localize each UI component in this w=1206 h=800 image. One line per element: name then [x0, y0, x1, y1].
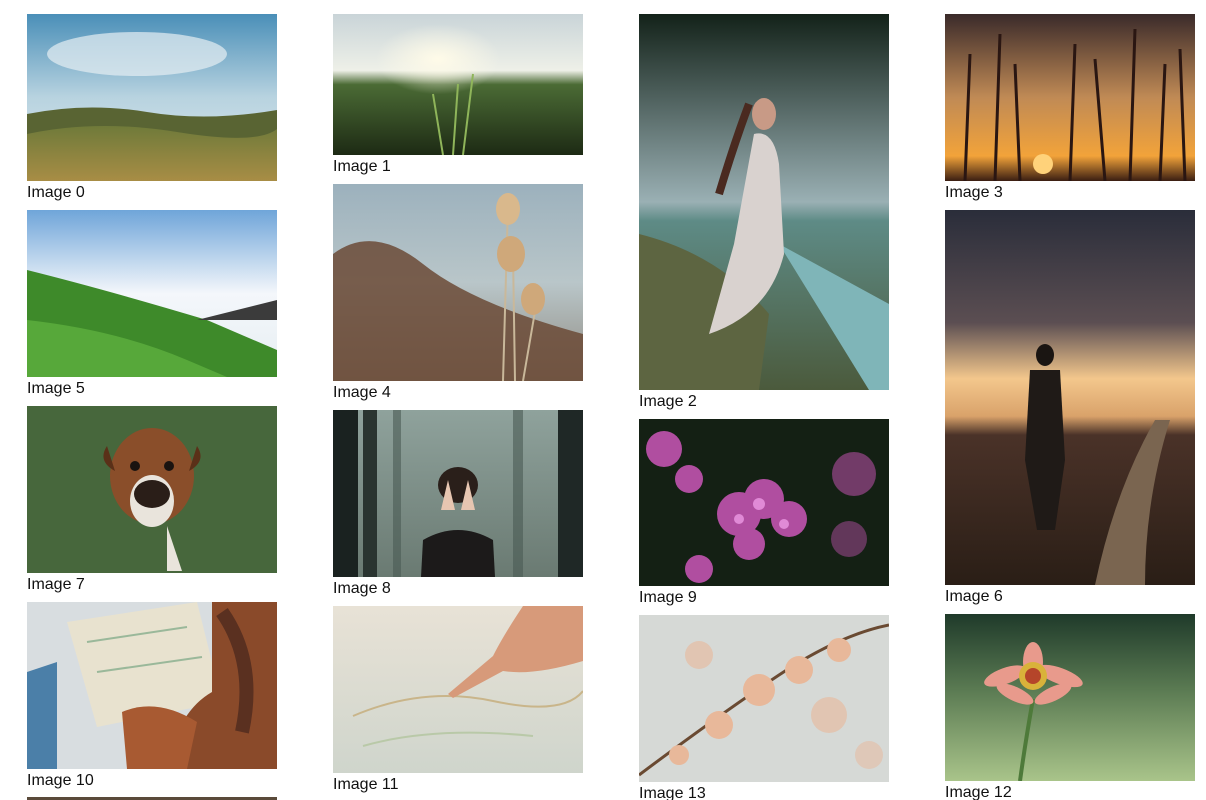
image-caption: Image 7 [27, 576, 85, 593]
gallery-card[interactable]: Image 11 [333, 606, 583, 794]
gallery-card[interactable]: Image 7 [27, 406, 277, 594]
gallery-photo-woman-map[interactable] [27, 602, 277, 769]
gallery-card[interactable]: Image 5 [27, 210, 277, 398]
gallery-photo-sunlit-grass[interactable] [333, 14, 583, 155]
gallery-photo-pointing-map[interactable] [333, 606, 583, 773]
image-caption: Image 4 [333, 384, 391, 401]
image-caption: Image 1 [333, 158, 391, 175]
image-caption: Image 5 [27, 380, 85, 397]
gallery-card[interactable]: Image 3 [945, 14, 1195, 202]
gallery-photo-purple-flowers[interactable] [639, 419, 889, 586]
image-caption: Image 10 [27, 772, 94, 789]
gallery-card[interactable]: Image 10 [27, 602, 277, 790]
gallery-photo-dunes[interactable] [27, 14, 277, 181]
gallery-photo-lavender-sunset[interactable] [945, 14, 1195, 181]
gallery-card[interactable]: Image 9 [639, 419, 889, 607]
gallery-photo-green-hillside[interactable] [27, 210, 277, 377]
gallery-photo-blossoms[interactable] [639, 615, 889, 782]
gallery-card[interactable]: Image 4 [333, 184, 583, 402]
gallery-photo-woman-forest[interactable] [333, 410, 583, 577]
image-caption: Image 0 [27, 184, 85, 201]
gallery-card[interactable]: Image 2 [639, 14, 889, 411]
image-caption: Image 12 [945, 784, 1012, 800]
image-caption: Image 2 [639, 393, 697, 410]
image-caption: Image 6 [945, 588, 1003, 605]
gallery-photo-man-sunset-path[interactable] [945, 210, 1195, 585]
image-caption: Image 11 [333, 776, 399, 793]
image-gallery: Image 0 Image 1 Image 2 Image 3 Image 5 … [0, 0, 1206, 800]
gallery-card[interactable]: Image 6 [945, 210, 1195, 606]
gallery-card[interactable]: Image 12 [945, 614, 1195, 800]
gallery-photo-boxer-dog[interactable] [27, 406, 277, 573]
gallery-photo-pink-flower[interactable] [945, 614, 1195, 781]
gallery-card[interactable]: Image 8 [333, 410, 583, 598]
gallery-card[interactable]: Image 13 [639, 615, 889, 800]
gallery-photo-woman-boat[interactable] [639, 14, 889, 390]
gallery-card[interactable]: Image 1 [333, 14, 583, 176]
image-caption: Image 8 [333, 580, 391, 597]
gallery-photo-pampas-grass[interactable] [333, 184, 583, 381]
image-caption: Image 13 [639, 785, 706, 800]
image-caption: Image 9 [639, 589, 697, 606]
gallery-card[interactable]: Image 0 [27, 14, 277, 202]
image-caption: Image 3 [945, 184, 1003, 201]
